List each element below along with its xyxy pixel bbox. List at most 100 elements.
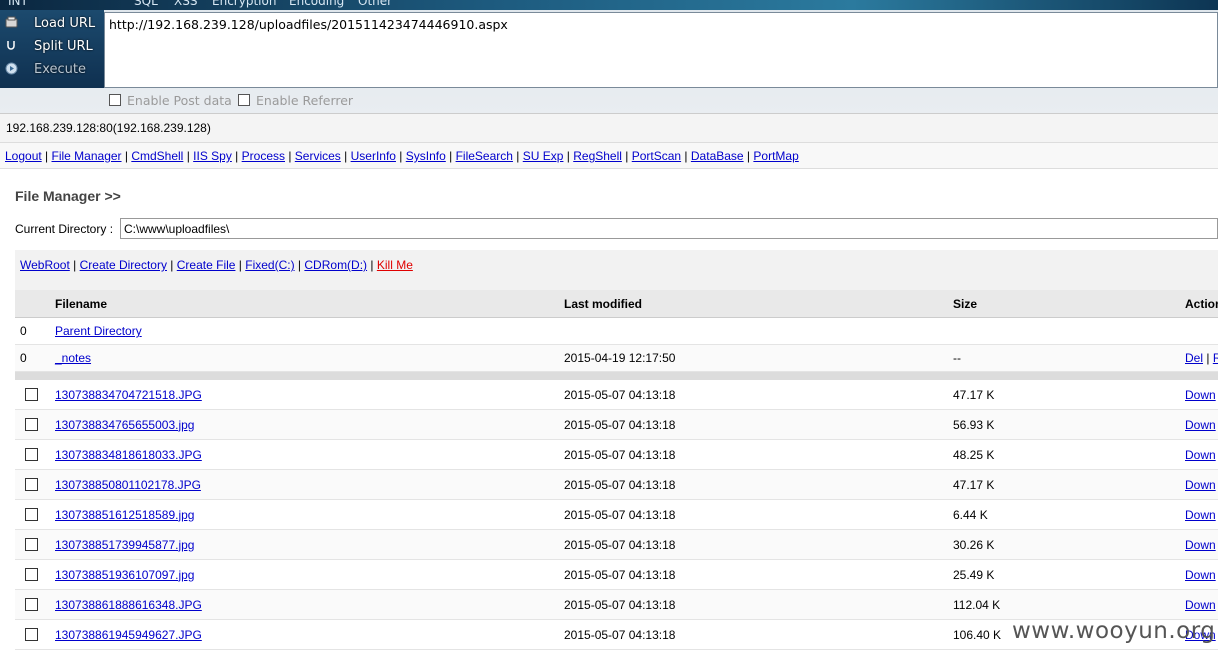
filename-cell: 130738861945949627.JPG [55,620,202,649]
download-link[interactable]: Down [1185,388,1216,402]
file-checkbox[interactable] [25,418,38,431]
file-checkbox[interactable] [25,538,38,551]
drive-c-link[interactable]: Fixed(C:) [245,258,294,272]
menu-other[interactable]: Other [358,0,392,8]
del-link[interactable]: Del [1185,351,1203,365]
drive-d-link[interactable]: CDRom(D:) [304,258,367,272]
page-title: File Manager >> [15,188,121,204]
file-link[interactable]: 130738851739945877.jpg [55,538,194,552]
nav-process[interactable]: Process [242,149,285,163]
file-link[interactable]: 130738834704721518.JPG [55,388,202,402]
notes-action-cell: Del | R [1185,345,1218,371]
file-checkbox[interactable] [25,628,38,641]
file-checkbox[interactable] [25,508,38,521]
modified-cell: 2015-05-07 04:13:18 [564,477,676,492]
load-url-label: Load URL [34,16,96,31]
modified-cell: 2015-05-07 04:13:18 [564,597,676,612]
action-cell: Down [1185,470,1216,499]
action-bar: WebRoot | Create Directory | Create File… [15,250,1218,290]
file-checkbox[interactable] [25,388,38,401]
webroot-link[interactable]: WebRoot [20,258,70,272]
row-number: 0 [20,324,27,338]
file-checkbox[interactable] [25,448,38,461]
filename-cell: 130738851612518589.jpg [55,500,194,529]
action-cell: Down [1185,410,1216,439]
header-modified: Last modified [564,296,643,311]
parent-directory-cell: Parent Directory [55,318,142,344]
current-directory-input[interactable]: C:\www\uploadfiles\ [120,218,1218,239]
kill-me-link[interactable]: Kill Me [377,258,413,272]
download-link[interactable]: Down [1185,598,1216,612]
url-textarea[interactable]: http://192.168.239.128/uploadfiles/20151… [104,12,1218,88]
file-link[interactable]: 130738851612518589.jpg [55,508,194,522]
download-link[interactable]: Down [1185,568,1216,582]
enable-referrer-box[interactable] [238,94,250,106]
split-url-button[interactable]: Split URL [0,35,104,58]
modified-cell: 2015-05-07 04:13:18 [564,507,676,522]
size-cell: 6.44 K [953,507,988,522]
size-cell: 48.25 K [953,447,995,462]
nav-logout[interactable]: Logout [5,149,42,163]
file-checkbox[interactable] [25,598,38,611]
nav-file-manager[interactable]: File Manager [52,149,122,163]
download-link[interactable]: Down [1185,538,1216,552]
execute-button[interactable]: Execute [0,58,104,81]
file-checkbox[interactable] [25,478,38,491]
file-link[interactable]: 130738834765655003.jpg [55,418,194,432]
parent-directory-link[interactable]: Parent Directory [55,324,142,338]
nav-bar: Logout | File Manager | CmdShell | IIS S… [0,142,1218,169]
file-checkbox-cell [20,410,38,439]
menu-encoding[interactable]: Encoding [289,0,344,8]
create-directory-link[interactable]: Create Directory [80,258,167,272]
download-link[interactable]: Down [1185,418,1216,432]
filename-cell: 130738850801102178.JPG [55,470,201,499]
file-checkbox-cell [20,470,38,499]
load-url-button[interactable]: Load URL [0,12,104,35]
download-link[interactable]: Down [1185,448,1216,462]
file-checkbox-cell [20,380,38,409]
menu-sql[interactable]: SQL [134,0,158,8]
hackbar: INT SQL XSS Encryption Encoding Other Lo… [0,0,1218,113]
action-cell: Down [1185,590,1216,619]
nav-userinfo[interactable]: UserInfo [351,149,396,163]
filename-cell: 130738851739945877.jpg [55,530,194,559]
notes-folder-link[interactable]: _notes [55,351,91,365]
nav-portmap[interactable]: PortMap [753,149,798,163]
file-checkbox-cell [20,590,38,619]
nav-services[interactable]: Services [295,149,341,163]
webshell-page: 192.168.239.128:80(192.168.239.128) Logo… [0,113,1218,662]
nav-links: Logout | File Manager | CmdShell | IIS S… [5,149,799,163]
rename-link[interactable]: R [1213,351,1218,365]
nav-filesearch[interactable]: FileSearch [456,149,513,163]
download-link[interactable]: Down [1185,478,1216,492]
modified-cell: 2015-05-07 04:13:18 [564,387,676,402]
enable-post-box[interactable] [109,94,121,106]
create-file-link[interactable]: Create File [177,258,236,272]
file-link[interactable]: 130738861888616348.JPG [55,598,202,612]
file-link[interactable]: 130738834818618033.JPG [55,448,202,462]
nav-portscan[interactable]: PortScan [632,149,681,163]
nav-cmdshell[interactable]: CmdShell [131,149,183,163]
filename-cell: 130738861888616348.JPG [55,590,202,619]
section-divider [15,372,1218,380]
file-link[interactable]: 130738851936107097.jpg [55,568,194,582]
file-link[interactable]: 130738861945949627.JPG [55,628,202,642]
nav-database[interactable]: DataBase [691,149,744,163]
nav-sysinfo[interactable]: SysInfo [406,149,446,163]
file-checkbox-cell [20,560,38,589]
menu-encryption[interactable]: Encryption [212,0,276,8]
action-cell: Down [1185,500,1216,529]
file-checkbox[interactable] [25,568,38,581]
split-url-icon [7,41,15,50]
file-rows: 130738834704721518.JPG 2015-05-07 04:13:1… [15,380,1218,650]
nav-regshell[interactable]: RegShell [573,149,622,163]
download-link[interactable]: Down [1185,508,1216,522]
menu-int[interactable]: INT [8,0,28,8]
menu-xss[interactable]: XSS [174,0,197,8]
table-row: 130738851936107097.jpg 2015-05-07 04:13:1… [15,560,1218,590]
hackbar-button-panel: Load URL Split URL Execute [0,10,104,88]
nav-su-exp[interactable]: SU Exp [523,149,564,163]
size-cell: 112.04 K [953,597,1001,612]
file-link[interactable]: 130738850801102178.JPG [55,478,201,492]
nav-iis-spy[interactable]: IIS Spy [193,149,232,163]
